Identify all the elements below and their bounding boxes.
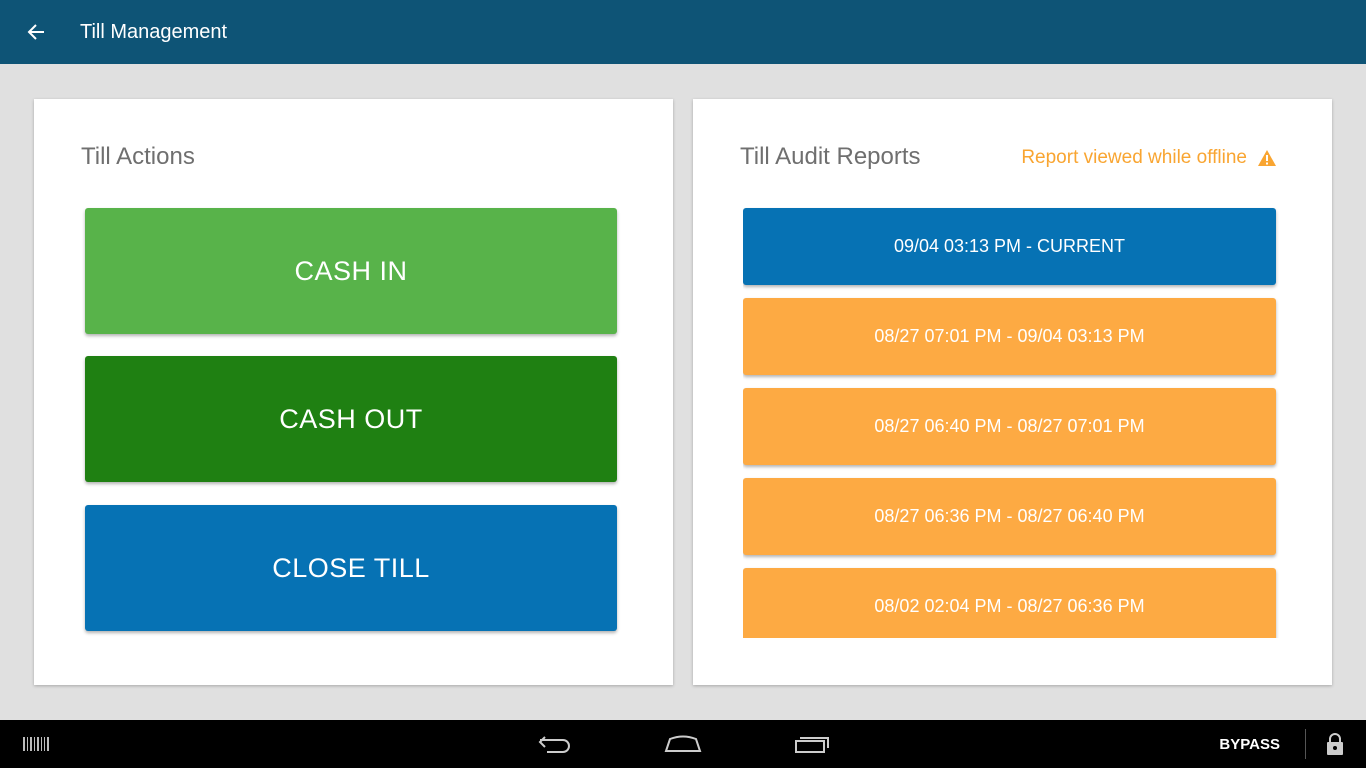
cash-out-button[interactable]: CASH OUT [85, 356, 617, 482]
cash-out-label: CASH OUT [279, 403, 423, 434]
report-item-label: 09/04 03:13 PM - CURRENT [893, 236, 1126, 256]
report-item-label: 08/02 02:04 PM - 08/27 06:36 PM [874, 596, 1145, 616]
close-till-label: CLOSE TILL [272, 552, 430, 583]
report-item-label: 08/27 06:36 PM - 08/27 06:40 PM [874, 506, 1145, 526]
offline-notice: Report viewed while offline [1021, 147, 1277, 169]
report-item-label: 08/27 07:01 PM - 09/04 03:13 PM [874, 326, 1145, 346]
arrow-left-icon [27, 24, 44, 40]
bypass-button[interactable]: BYPASS [1219, 720, 1280, 768]
cash-in-button[interactable]: CASH IN [85, 208, 617, 334]
report-item[interactable]: 08/27 06:40 PM - 08/27 07:01 PM [743, 388, 1276, 465]
cash-in-label: CASH IN [294, 255, 408, 286]
back-nav-icon[interactable] [530, 720, 580, 768]
bypass-label: BYPASS [1219, 735, 1280, 753]
offline-notice-text: Report viewed while offline [1021, 147, 1247, 168]
report-item[interactable]: 08/27 06:36 PM - 08/27 06:40 PM [743, 478, 1276, 555]
report-item-label: 08/27 06:40 PM - 08/27 07:01 PM [874, 416, 1145, 436]
report-item[interactable]: 08/02 02:04 PM - 08/27 06:36 PM [743, 568, 1276, 638]
divider [1305, 729, 1306, 759]
till-audit-reports-card: Till Audit Reports Report viewed while o… [693, 99, 1332, 685]
barcode-icon[interactable] [22, 720, 50, 768]
till-actions-title: Till Actions [81, 143, 195, 170]
report-item[interactable]: 08/27 07:01 PM - 09/04 03:13 PM [743, 298, 1276, 375]
close-till-button[interactable]: CLOSE TILL [85, 505, 617, 631]
page-title: Till Management [80, 20, 228, 43]
lock-icon[interactable] [1322, 720, 1348, 768]
system-nav-bar: BYPASS [0, 720, 1366, 768]
till-actions-card: Till Actions CASH IN CASH OUT CLOSE TILL [34, 99, 673, 685]
till-audit-reports-title: Till Audit Reports [740, 143, 921, 170]
recents-icon[interactable] [790, 720, 834, 768]
report-list[interactable]: 09/04 03:13 PM - CURRENT 08/27 07:01 PM … [743, 207, 1279, 638]
home-icon[interactable] [660, 720, 706, 768]
app-bar: Till Management [0, 0, 1366, 64]
report-item[interactable]: 09/04 03:13 PM - CURRENT [743, 208, 1276, 285]
warning-icon [1257, 149, 1277, 167]
back-button[interactable] [0, 0, 72, 64]
